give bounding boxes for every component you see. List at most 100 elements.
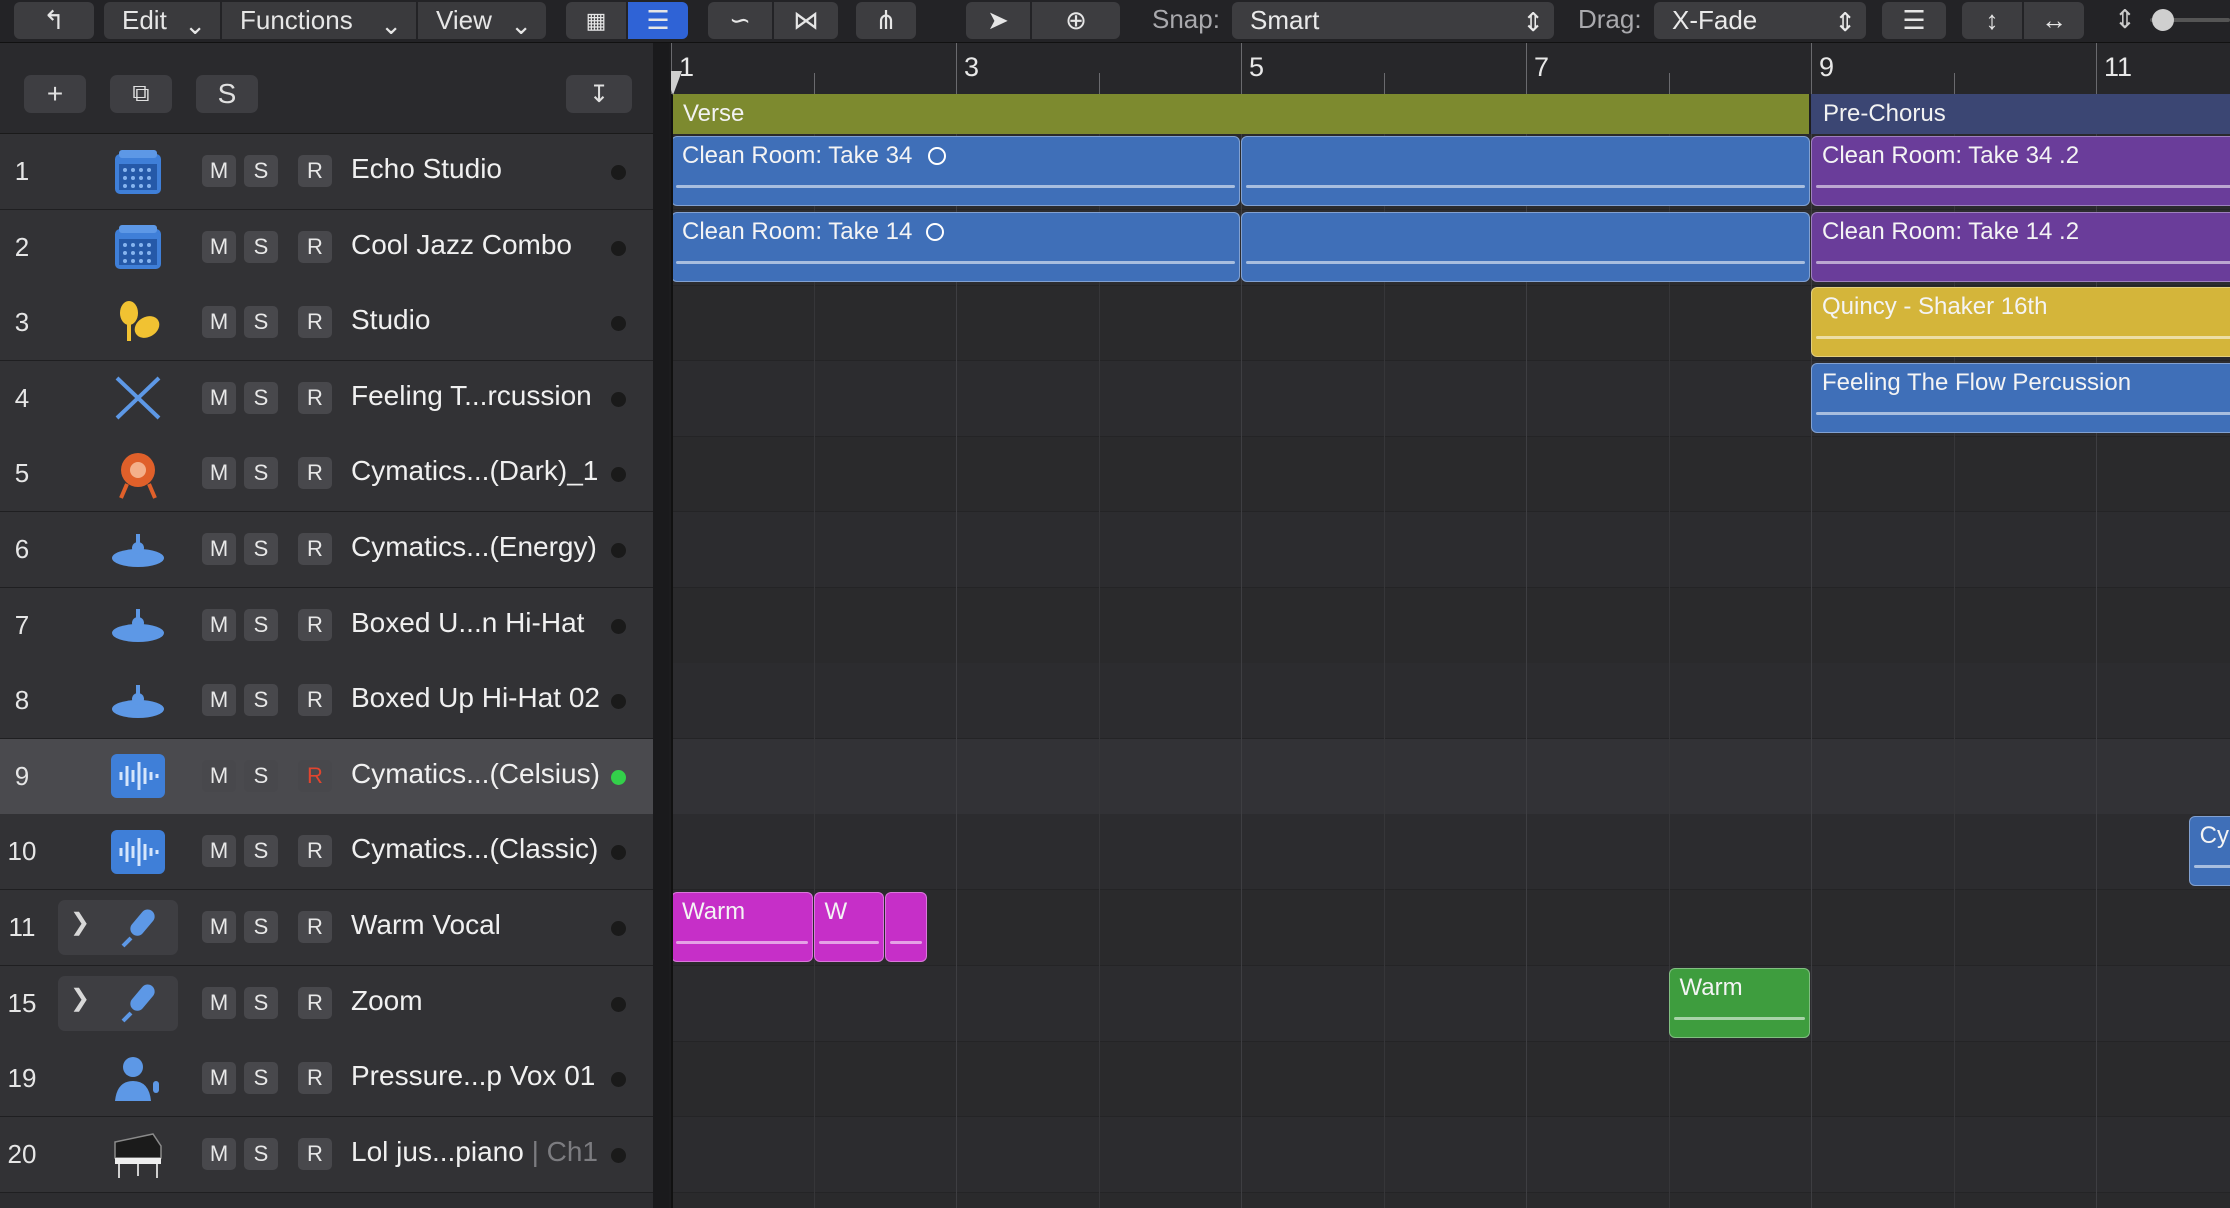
collapse-button[interactable]: ↧	[566, 75, 632, 113]
mute-button[interactable]: M	[202, 1062, 236, 1095]
record-enable-button[interactable]: R	[298, 835, 332, 868]
mute-button[interactable]: M	[202, 608, 236, 641]
audio-region[interactable]	[884, 892, 927, 962]
solo-button[interactable]: S	[244, 911, 278, 943]
solo-button[interactable]: S	[244, 230, 278, 263]
mic-icon[interactable]	[100, 976, 176, 1031]
mute-button[interactable]: M	[202, 911, 236, 943]
solo-button[interactable]: S	[244, 381, 278, 414]
solo-button[interactable]: S	[244, 1062, 278, 1095]
record-enable-button[interactable]: R	[298, 911, 332, 943]
solo-button[interactable]: S	[244, 457, 278, 490]
track-lane[interactable]	[671, 512, 2230, 588]
track-name[interactable]: Lol jus...piano | Ch1	[351, 1136, 598, 1168]
horizontal-zoom-button[interactable]: ↔	[2024, 2, 2084, 39]
list-view-button[interactable]: ☰	[628, 2, 688, 39]
mute-button[interactable]: M	[202, 230, 236, 263]
record-enable-button[interactable]: R	[298, 230, 332, 263]
track-row[interactable]: 5 M S R Cymatics...(Dark)_1	[0, 436, 655, 513]
track-lane[interactable]	[671, 965, 2230, 1042]
track-lane[interactable]	[671, 1116, 2230, 1193]
audio-region[interactable]: Clean Room: Take 34 .2	[1811, 136, 2230, 206]
marker[interactable]: Pre-Chorus	[1811, 94, 2230, 134]
track-row[interactable]: 11 ❯ M S R Warm Vocal	[0, 890, 655, 966]
audio-region[interactable]: W	[813, 892, 884, 962]
track-row[interactable]: 4 M S R Feeling T...rcussion	[0, 360, 655, 437]
track-row[interactable]: 1 M S R Echo Studio	[0, 134, 655, 210]
track-lane[interactable]	[671, 738, 2230, 815]
record-enable-button[interactable]: R	[298, 684, 332, 717]
record-enable-button[interactable]: R	[298, 986, 332, 1019]
track-name[interactable]: Cymatics...(Celsius)	[351, 758, 600, 790]
flex-button[interactable]: ⋈	[774, 2, 838, 39]
solo-button[interactable]: S	[244, 759, 278, 792]
midi-region[interactable]: Quincy - Shaker 16th	[1811, 287, 2230, 358]
bar-ruler[interactable]: 13579111315171921	[671, 43, 2230, 94]
solo-button[interactable]: S	[244, 608, 278, 641]
vertical-zoom-button[interactable]: ↕	[1962, 2, 2022, 39]
audio-region[interactable]	[1241, 136, 1810, 206]
solo-button[interactable]: S	[244, 835, 278, 868]
track-lane[interactable]	[671, 814, 2230, 891]
add-track-button[interactable]: +	[24, 75, 86, 113]
back-button[interactable]: ↰	[14, 2, 94, 39]
marker-track[interactable]: VersePre-ChorusChorusVerse 2	[671, 94, 2230, 134]
track-row[interactable]: 3 M S R Studio	[0, 285, 655, 362]
disclosure-arrow-icon[interactable]: ❯	[70, 984, 90, 1013]
audio-region[interactable]: Warm	[1668, 967, 1810, 1038]
track-name[interactable]: Boxed Up Hi-Hat 02	[351, 682, 600, 714]
view-menu[interactable]: View ⌄	[418, 2, 546, 40]
solo-button[interactable]: S	[244, 684, 278, 717]
track-row[interactable]: 20 M S R Lol jus...piano | Ch1	[0, 1116, 655, 1193]
track-name[interactable]: Studio	[351, 304, 430, 336]
track-row[interactable]: 19 M S R Pressure...p Vox 01	[0, 1041, 655, 1118]
cymbal-icon[interactable]	[100, 598, 176, 653]
track-row[interactable]: 7 M S R Boxed U...n Hi-Hat	[0, 587, 655, 664]
edit-menu[interactable]: Edit ⌄	[104, 2, 220, 40]
mute-button[interactable]: M	[202, 381, 236, 414]
pointer-tool-button[interactable]: ➤	[966, 2, 1030, 39]
record-enable-button[interactable]: R	[298, 1137, 332, 1170]
mute-button[interactable]: M	[202, 835, 236, 868]
zoom-slider[interactable]	[2150, 9, 2230, 31]
disclosure-arrow-icon[interactable]: ❯	[70, 908, 90, 937]
record-enable-button[interactable]: R	[298, 155, 332, 187]
mute-button[interactable]: M	[202, 457, 236, 490]
track-name[interactable]: Pressure...p Vox 01	[351, 1060, 595, 1092]
audio-region[interactable]	[1241, 211, 1810, 282]
marker[interactable]: Verse	[671, 94, 1811, 134]
playhead[interactable]	[671, 94, 673, 1208]
mute-button[interactable]: M	[202, 684, 236, 717]
track-row[interactable]: 15 ❯ M S R Zoom	[0, 965, 655, 1042]
singer-icon[interactable]	[100, 1051, 176, 1106]
track-lane[interactable]	[671, 1041, 2230, 1118]
track-name[interactable]: Boxed U...n Hi-Hat	[351, 607, 584, 639]
mic-icon[interactable]	[100, 900, 176, 955]
functions-menu[interactable]: Functions ⌄	[222, 2, 416, 40]
solo-button[interactable]: S	[244, 306, 278, 339]
zoom-slider-knob[interactable]	[2152, 9, 2174, 31]
midi-region[interactable]: Feeling The Flow Percussion	[1811, 362, 2230, 433]
waveform-zoom-button[interactable]: ☰	[1882, 2, 1946, 39]
mute-button[interactable]: M	[202, 759, 236, 792]
track-row[interactable]: 10 M S R Cymatics...(Classic)	[0, 814, 655, 891]
track-name[interactable]: Cymatics...(Energy)	[351, 531, 597, 563]
track-name[interactable]: Feeling T...rcussion	[351, 380, 592, 412]
track-lane[interactable]	[671, 663, 2230, 740]
mute-button[interactable]: M	[202, 533, 236, 565]
automation-button[interactable]: ∽	[708, 2, 772, 39]
audio-region[interactable]: Warm	[671, 892, 813, 962]
track-name[interactable]: Zoom	[351, 985, 423, 1017]
solo-button[interactable]: S	[244, 533, 278, 565]
header-divider[interactable]	[653, 43, 669, 1208]
mute-button[interactable]: M	[202, 986, 236, 1019]
audio-region[interactable]: Clean Room: Take 14 .2	[1811, 211, 2230, 282]
duplicate-track-button[interactable]: ⧉	[110, 75, 172, 113]
drum-icon[interactable]	[100, 446, 176, 501]
record-enable-button[interactable]: R	[298, 457, 332, 490]
drumsticks-icon[interactable]	[100, 371, 176, 426]
solo-button[interactable]: S	[244, 986, 278, 1019]
track-row[interactable]: 2 M S R Cool Jazz Combo	[0, 209, 655, 286]
amp-icon[interactable]	[100, 220, 176, 275]
arrange-area[interactable]: 13579111315171921 VersePre-ChorusChorusV…	[671, 43, 2230, 1208]
